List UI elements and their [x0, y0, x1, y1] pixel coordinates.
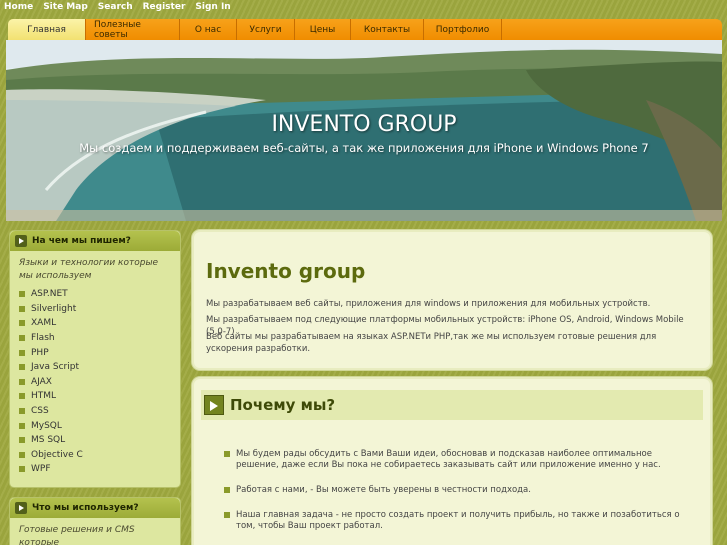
bullet-icon	[19, 393, 25, 400]
list-item[interactable]: MySQL	[19, 418, 180, 433]
technology-list: ASP.NET Silverlight XAML Flash PHP Java …	[10, 285, 180, 477]
home-link[interactable]: Home	[4, 2, 33, 12]
list-item[interactable]: Silverlight	[19, 302, 180, 317]
list-item[interactable]: CSS	[19, 404, 180, 419]
top-links-bar: Home Site Map Search Register Sign In	[0, 0, 727, 14]
bullet-icon	[19, 437, 25, 444]
list-item[interactable]: ASP.NET	[19, 287, 180, 302]
list-item[interactable]: WPF	[19, 462, 180, 477]
bullet-icon	[224, 451, 230, 457]
nav-item-contacts[interactable]: Контакты	[351, 19, 424, 40]
bullet-icon	[19, 378, 25, 385]
nav-item-home[interactable]: Главная	[8, 19, 86, 40]
bullet-icon	[19, 335, 25, 342]
list-item[interactable]: PHP	[19, 345, 180, 360]
site-tagline: Мы создаем и поддерживаем веб-сайты, а т…	[79, 141, 649, 155]
bullet-icon	[19, 349, 25, 356]
sidebar-box-title: На чем мы пишем?	[32, 236, 131, 246]
nav-item-portfolio[interactable]: Портфолио	[424, 19, 502, 40]
list-item[interactable]: XAML	[19, 316, 180, 331]
arrow-icon	[204, 395, 224, 415]
nav-item-about[interactable]: О нас	[180, 19, 237, 40]
intro-paragraph: Веб сайты мы разрабатываем на языках ASP…	[206, 332, 657, 354]
search-link[interactable]: Search	[98, 2, 133, 12]
bullet-icon	[19, 320, 25, 327]
site-map-link[interactable]: Site Map	[43, 2, 88, 12]
list-item[interactable]: Objective C	[19, 448, 180, 463]
arrow-icon	[15, 235, 27, 247]
bullet-icon	[19, 451, 25, 458]
main-nav: Главная Полезные советы О нас Услуги Цен…	[8, 19, 722, 40]
intro-panel: Invento group Мы разрабатываем веб сайты…	[192, 230, 712, 370]
intro-paragraph: Мы разрабатываем веб сайты, приложения д…	[206, 299, 651, 309]
sidebar-box-title: Что мы используем?	[32, 503, 139, 513]
register-link[interactable]: Register	[143, 2, 186, 12]
bullet-icon	[19, 364, 25, 371]
bullet-icon	[19, 422, 25, 429]
arrow-icon	[15, 502, 27, 514]
why-us-title: Почему мы?	[230, 396, 336, 414]
site-title: INVENTO GROUP	[271, 112, 457, 137]
list-item[interactable]: Java Script	[19, 360, 180, 375]
bullet-icon	[19, 466, 25, 473]
intro-title: Invento group	[206, 259, 366, 283]
sidebar-box-intro: Языки и технологии которые мы используем	[19, 258, 159, 281]
header-banner: INVENTO GROUP Мы создаем и поддерживаем …	[6, 40, 722, 221]
list-item[interactable]: AJAX	[19, 375, 180, 390]
list-item: Мы будем рады обсудить с Вами Ваши идеи,…	[224, 449, 694, 471]
sidebar-box-header: На чем мы пишем?	[10, 231, 180, 251]
bullet-icon	[19, 305, 25, 312]
sign-in-link[interactable]: Sign In	[195, 2, 230, 12]
sidebar-box-header: Что мы используем?	[10, 498, 180, 518]
list-item[interactable]: MS SQL	[19, 433, 180, 448]
bullet-icon	[224, 487, 230, 493]
list-item: Работая с нами, - Вы можете быть уверены…	[224, 485, 694, 496]
why-us-panel: Почему мы? Мы будем рады обсудить с Вами…	[192, 377, 712, 545]
nav-item-services[interactable]: Услуги	[237, 19, 295, 40]
bullet-icon	[19, 291, 25, 298]
sidebar-technologies-box: На чем мы пишем? Языки и технологии кото…	[9, 230, 181, 488]
nav-item-prices[interactable]: Цены	[295, 19, 351, 40]
sidebar-box-intro: Готовые решения и CMS которые	[19, 525, 135, 545]
sidebar-tools-box: Что мы используем? Готовые решения и CMS…	[9, 497, 181, 545]
why-us-header: Почему мы?	[201, 390, 703, 420]
list-item[interactable]: Flash	[19, 331, 180, 346]
list-item: Наша главная задача - не просто создать …	[224, 510, 694, 532]
bullet-icon	[224, 512, 230, 518]
nav-item-tips[interactable]: Полезные советы	[86, 19, 180, 40]
list-item[interactable]: HTML	[19, 389, 180, 404]
bullet-icon	[19, 408, 25, 415]
